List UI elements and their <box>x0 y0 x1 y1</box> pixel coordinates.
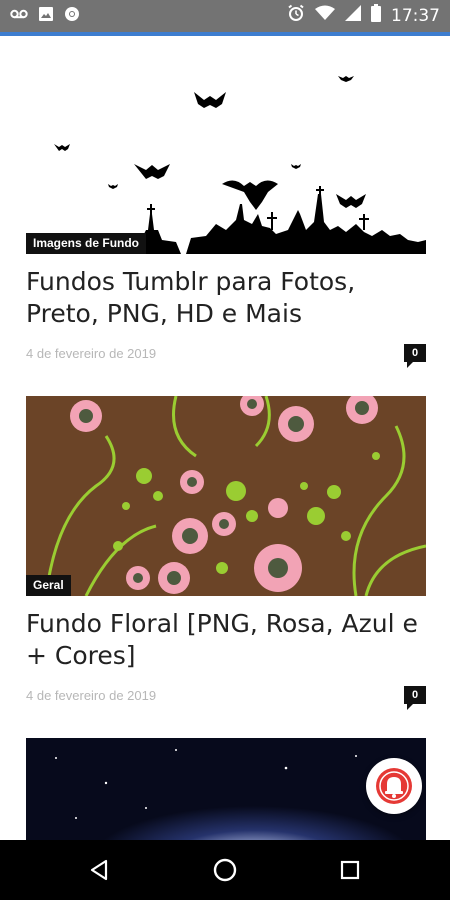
article-title[interactable]: Fundos Tumblr para Fotos, Preto, PNG, HD… <box>26 266 426 330</box>
article-meta: 4 de fevereiro de 2019 0 <box>26 682 426 710</box>
wifi-icon <box>315 5 335 26</box>
battery-icon <box>371 4 381 27</box>
status-bar: 17:37 <box>0 0 450 32</box>
signal-icon <box>345 5 361 26</box>
category-badge[interactable]: Geral <box>26 575 71 596</box>
article-list[interactable]: Imagens de Fundo Fundos Tumblr para Foto… <box>0 36 450 840</box>
article-card[interactable]: Imagens de Fundo Fundos Tumblr para Foto… <box>26 54 426 368</box>
article-title[interactable]: Fundo Floral [PNG, Rosa, Azul e + Cores] <box>26 608 426 672</box>
comment-count-badge[interactable]: 0 <box>404 344 426 368</box>
voicemail-icon <box>10 7 28 26</box>
notification-bell-button[interactable] <box>366 758 422 814</box>
bats-graveyard-image <box>26 76 426 254</box>
article-thumbnail[interactable]: Imagens de Fundo <box>26 54 426 254</box>
chrome-icon <box>64 6 80 27</box>
category-badge[interactable]: Imagens de Fundo <box>26 233 147 254</box>
article-date: 4 de fevereiro de 2019 <box>26 346 157 361</box>
status-time: 17:37 <box>391 5 440 26</box>
navigation-bar <box>0 840 450 900</box>
back-icon[interactable] <box>82 852 118 888</box>
article-card[interactable]: Geral Fundo Floral [PNG, Rosa, Azul e + … <box>26 396 426 710</box>
article-thumbnail[interactable]: Geral <box>26 396 426 596</box>
comment-count-badge[interactable]: 0 <box>404 686 426 710</box>
article-meta: 4 de fevereiro de 2019 0 <box>26 340 426 368</box>
floral-pattern-image <box>26 396 426 596</box>
image-icon <box>38 6 54 27</box>
home-icon[interactable] <box>207 852 243 888</box>
bell-icon <box>376 768 412 804</box>
article-date: 4 de fevereiro de 2019 <box>26 688 157 703</box>
alarm-icon <box>287 4 305 27</box>
recents-icon[interactable] <box>332 852 368 888</box>
